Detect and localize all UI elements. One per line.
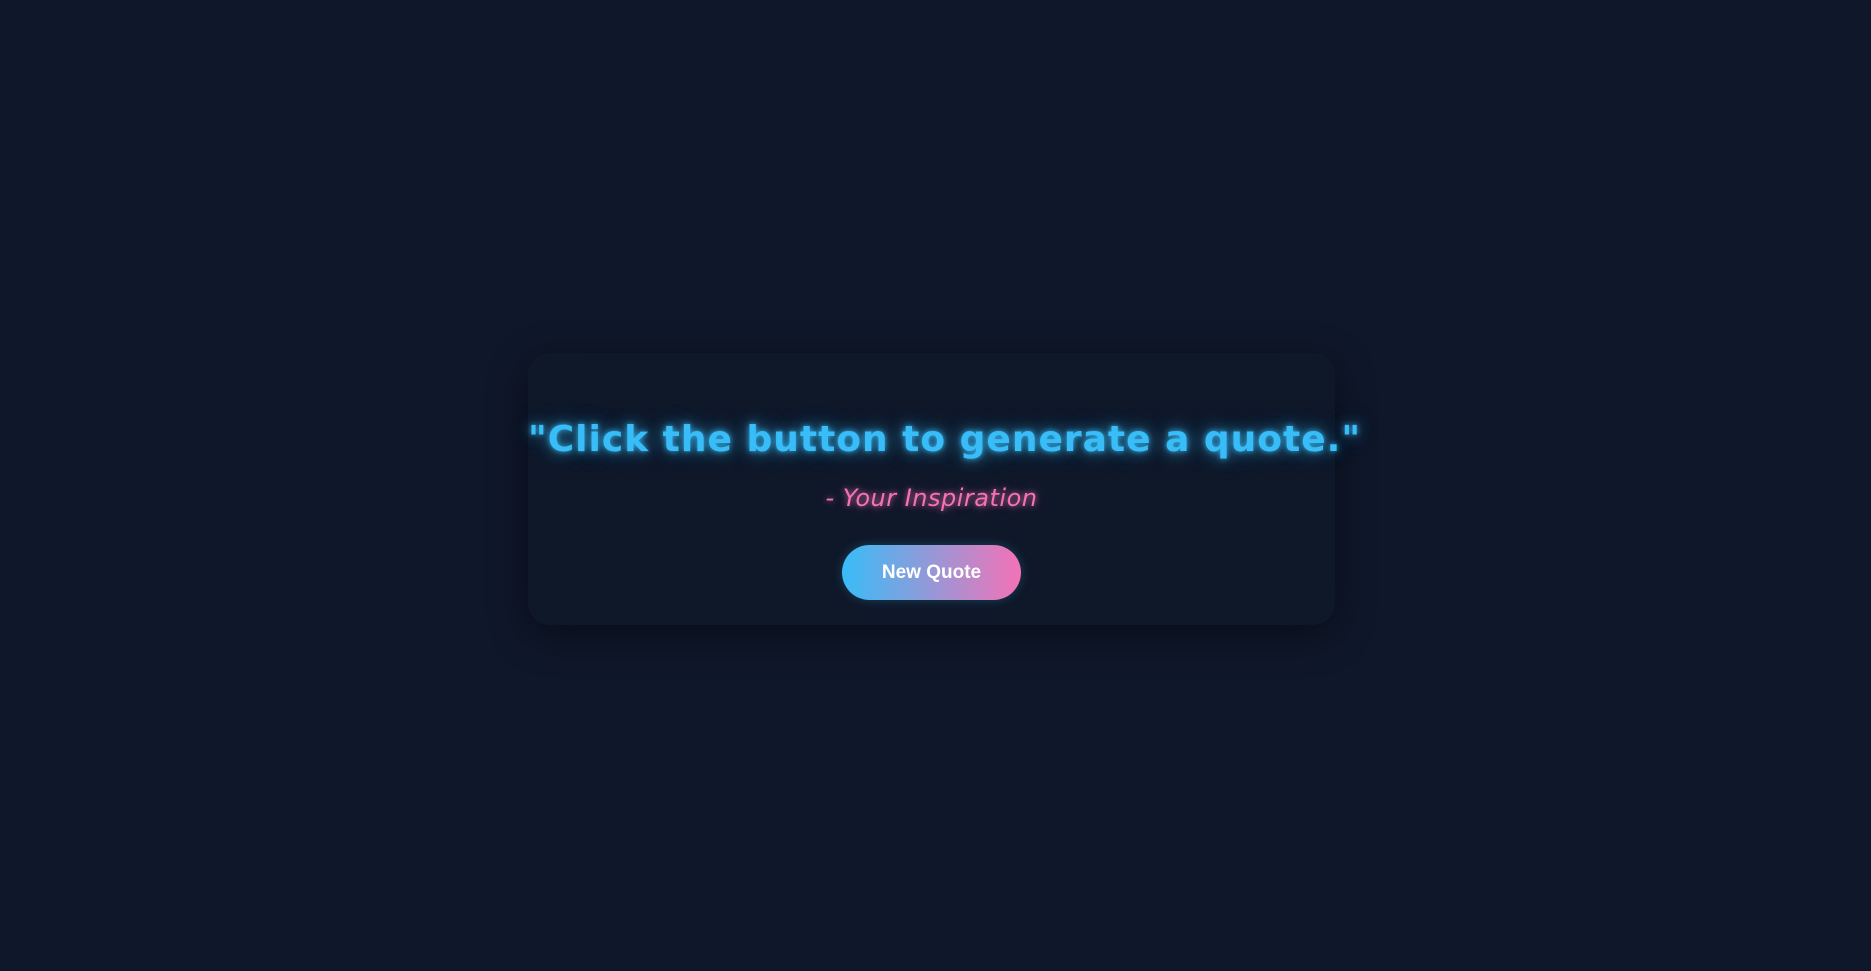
page: "Click the button to generate a quote." …	[0, 0, 1871, 971]
quote-author: - Your Inspiration	[825, 484, 1038, 512]
quote-card: "Click the button to generate a quote." …	[528, 353, 1362, 625]
new-quote-button[interactable]: New Quote	[842, 545, 1021, 600]
quote-text: "Click the button to generate a quote."	[528, 419, 1362, 460]
